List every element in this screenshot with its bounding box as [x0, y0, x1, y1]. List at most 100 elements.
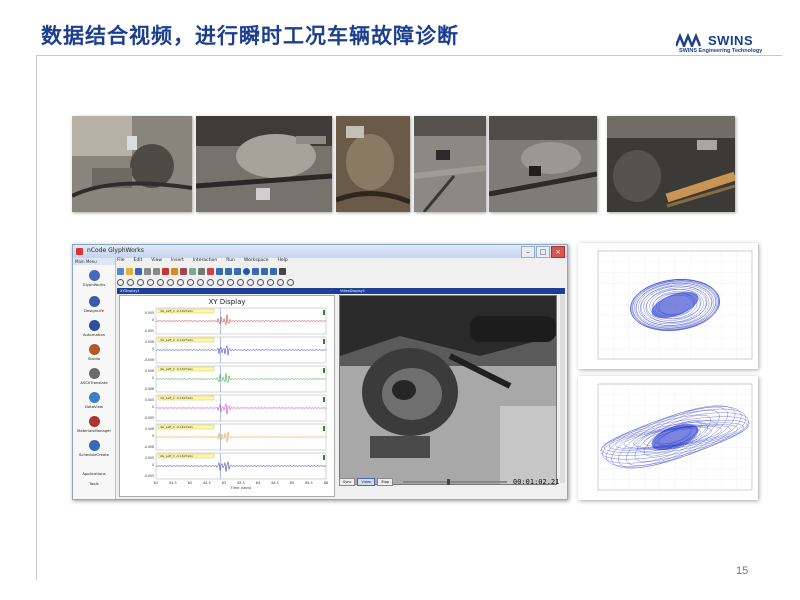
skip-icon[interactable] — [234, 267, 241, 275]
slider-knob[interactable] — [447, 479, 450, 485]
cursor-icon[interactable] — [177, 278, 184, 286]
x-tick-label: 61 — [154, 481, 158, 485]
x-tick-label: 65.5 — [305, 481, 312, 485]
record-icon[interactable] — [162, 267, 169, 275]
config-icon[interactable] — [171, 267, 178, 275]
vertical-scrollbar[interactable] — [560, 295, 565, 483]
sidebar-item-designlife[interactable]: DesignLife — [73, 296, 115, 313]
fit-icon[interactable] — [167, 278, 174, 286]
ascii-icon — [88, 368, 100, 379]
dataview-icon — [88, 392, 100, 403]
logo-wordmark: SWINS — [708, 33, 754, 48]
sidebar-item-materialsmanager[interactable]: MaterialsManager — [73, 416, 115, 433]
menu-run[interactable]: Run — [226, 258, 235, 265]
sidebar-item-label: Studio — [87, 356, 101, 361]
undo-icon[interactable] — [144, 267, 151, 275]
video-sync-icon[interactable] — [277, 278, 284, 286]
maximize-button[interactable]: □ — [536, 246, 550, 258]
xy-display-graph[interactable]: XY Display 4G_Left_C -0.1627e0s 0.005 0 -0.0… — [119, 295, 335, 497]
channel-header: 4G_Left_C -0.1627e0s — [160, 425, 193, 429]
video-position-slider[interactable] — [403, 479, 507, 485]
schedule-icon — [88, 440, 100, 451]
print-icon[interactable] — [227, 278, 234, 286]
x-tick-label: 65 — [290, 481, 294, 485]
redo-icon[interactable] — [153, 267, 160, 275]
sidebar-item-studio[interactable]: Studio — [73, 344, 115, 361]
gw-logo-icon — [88, 270, 100, 281]
zoom-x-icon[interactable] — [147, 278, 154, 286]
pan-icon[interactable] — [137, 278, 144, 286]
y-tick-label: 0.005 — [145, 311, 154, 315]
menu-edit[interactable]: Edit — [134, 258, 143, 265]
tab-videodisplay[interactable]: VideoDisplay1 — [337, 288, 365, 294]
sidebar-item-label: MaterialsManager — [76, 428, 112, 433]
menu-file[interactable]: File — [117, 258, 125, 265]
underbody-photo-4 — [414, 116, 486, 212]
copy-icon[interactable] — [237, 278, 244, 286]
pause-icon[interactable] — [279, 267, 286, 275]
xy-display-chart[interactable]: XY Display 4G_Left_C -0.1627e0s 0.005 0 -0.0… — [120, 296, 334, 496]
sidebar-item-label: DataView — [84, 404, 104, 409]
x-tick-label: 63.5 — [237, 481, 244, 485]
video-controls: Sync Video Stop — [339, 478, 394, 486]
main-toolbar — [117, 266, 565, 276]
y-tick-label: 0 — [152, 318, 154, 322]
sidebar-item-dataview[interactable]: DataView — [73, 392, 115, 409]
new-icon[interactable] — [117, 267, 124, 275]
stop-icon[interactable] — [207, 267, 214, 275]
sidebar-item-schedulecreate[interactable]: ScheduleCreate — [73, 440, 115, 457]
menu-view[interactable]: View — [151, 258, 162, 265]
menu-interaction[interactable]: Interaction — [193, 258, 217, 265]
y-tick-label: 0.006 — [145, 340, 154, 344]
sidebar-item-tools[interactable]: Tools — [73, 480, 115, 486]
minimize-button[interactable]: – — [521, 246, 535, 258]
sidebar-item-asciitranslate[interactable]: ASCIITranslate — [73, 368, 115, 385]
zoom-y-icon[interactable] — [157, 278, 164, 286]
sidebar-item-label: Applications — [82, 471, 106, 476]
grid-icon[interactable] — [197, 278, 204, 286]
overlay-icon[interactable] — [257, 278, 264, 286]
play-icon[interactable] — [243, 267, 250, 275]
sidebar-item-automation[interactable]: Automation — [73, 320, 115, 337]
video-mode-button[interactable]: Video — [357, 478, 376, 486]
export-icon[interactable] — [217, 278, 224, 286]
run-icon[interactable] — [216, 267, 223, 275]
close-button[interactable]: × — [551, 246, 565, 258]
end-icon[interactable] — [270, 267, 277, 275]
y-tick-label: 0 — [152, 376, 154, 380]
properties-icon[interactable] — [247, 278, 254, 286]
next-icon[interactable] — [261, 267, 268, 275]
marker-icon[interactable] — [187, 278, 194, 286]
y-tick-label: -0.006 — [144, 445, 154, 449]
library-icon[interactable] — [180, 267, 187, 275]
legend-icon[interactable] — [207, 278, 214, 286]
menu-insert[interactable]: Insert — [171, 258, 184, 265]
fast-forward-icon[interactable] — [252, 267, 259, 275]
orbit-plot-bottom — [578, 376, 758, 500]
data-icon[interactable] — [189, 267, 196, 275]
underbody-photo-3 — [336, 116, 410, 212]
menu-help[interactable]: Help — [278, 258, 288, 265]
snapshot-icon[interactable] — [287, 278, 294, 286]
settings-icon[interactable] — [198, 267, 205, 275]
zoom-in-icon[interactable] — [117, 278, 124, 286]
save-icon[interactable] — [135, 267, 142, 275]
zoom-out-icon[interactable] — [127, 278, 134, 286]
sidebar-item-label: DesignLife — [84, 308, 104, 313]
stack-icon[interactable] — [267, 278, 274, 286]
y-tick-label: -0.006 — [144, 358, 154, 362]
menu-workspace[interactable]: Workspace — [244, 258, 269, 265]
studio-icon — [88, 344, 100, 355]
video-sync-button[interactable]: Sync — [339, 478, 356, 486]
video-display[interactable] — [339, 295, 557, 485]
video-stop-button[interactable]: Stop — [377, 478, 394, 486]
x-tick-label: 61.5 — [169, 481, 176, 485]
tab-xydisplay[interactable]: XYDisplay1 — [117, 288, 140, 294]
step-icon[interactable] — [225, 267, 232, 275]
video-timecode: 00:01:02.21 — [513, 478, 560, 486]
sidebar-item-glyphworks[interactable]: GlyphWorks — [73, 270, 115, 287]
open-icon[interactable] — [126, 267, 133, 275]
dl-logo-icon — [88, 296, 100, 307]
sidebar-item-applications[interactable]: Applications — [73, 470, 115, 476]
x-tick-label: 66 — [324, 481, 328, 485]
